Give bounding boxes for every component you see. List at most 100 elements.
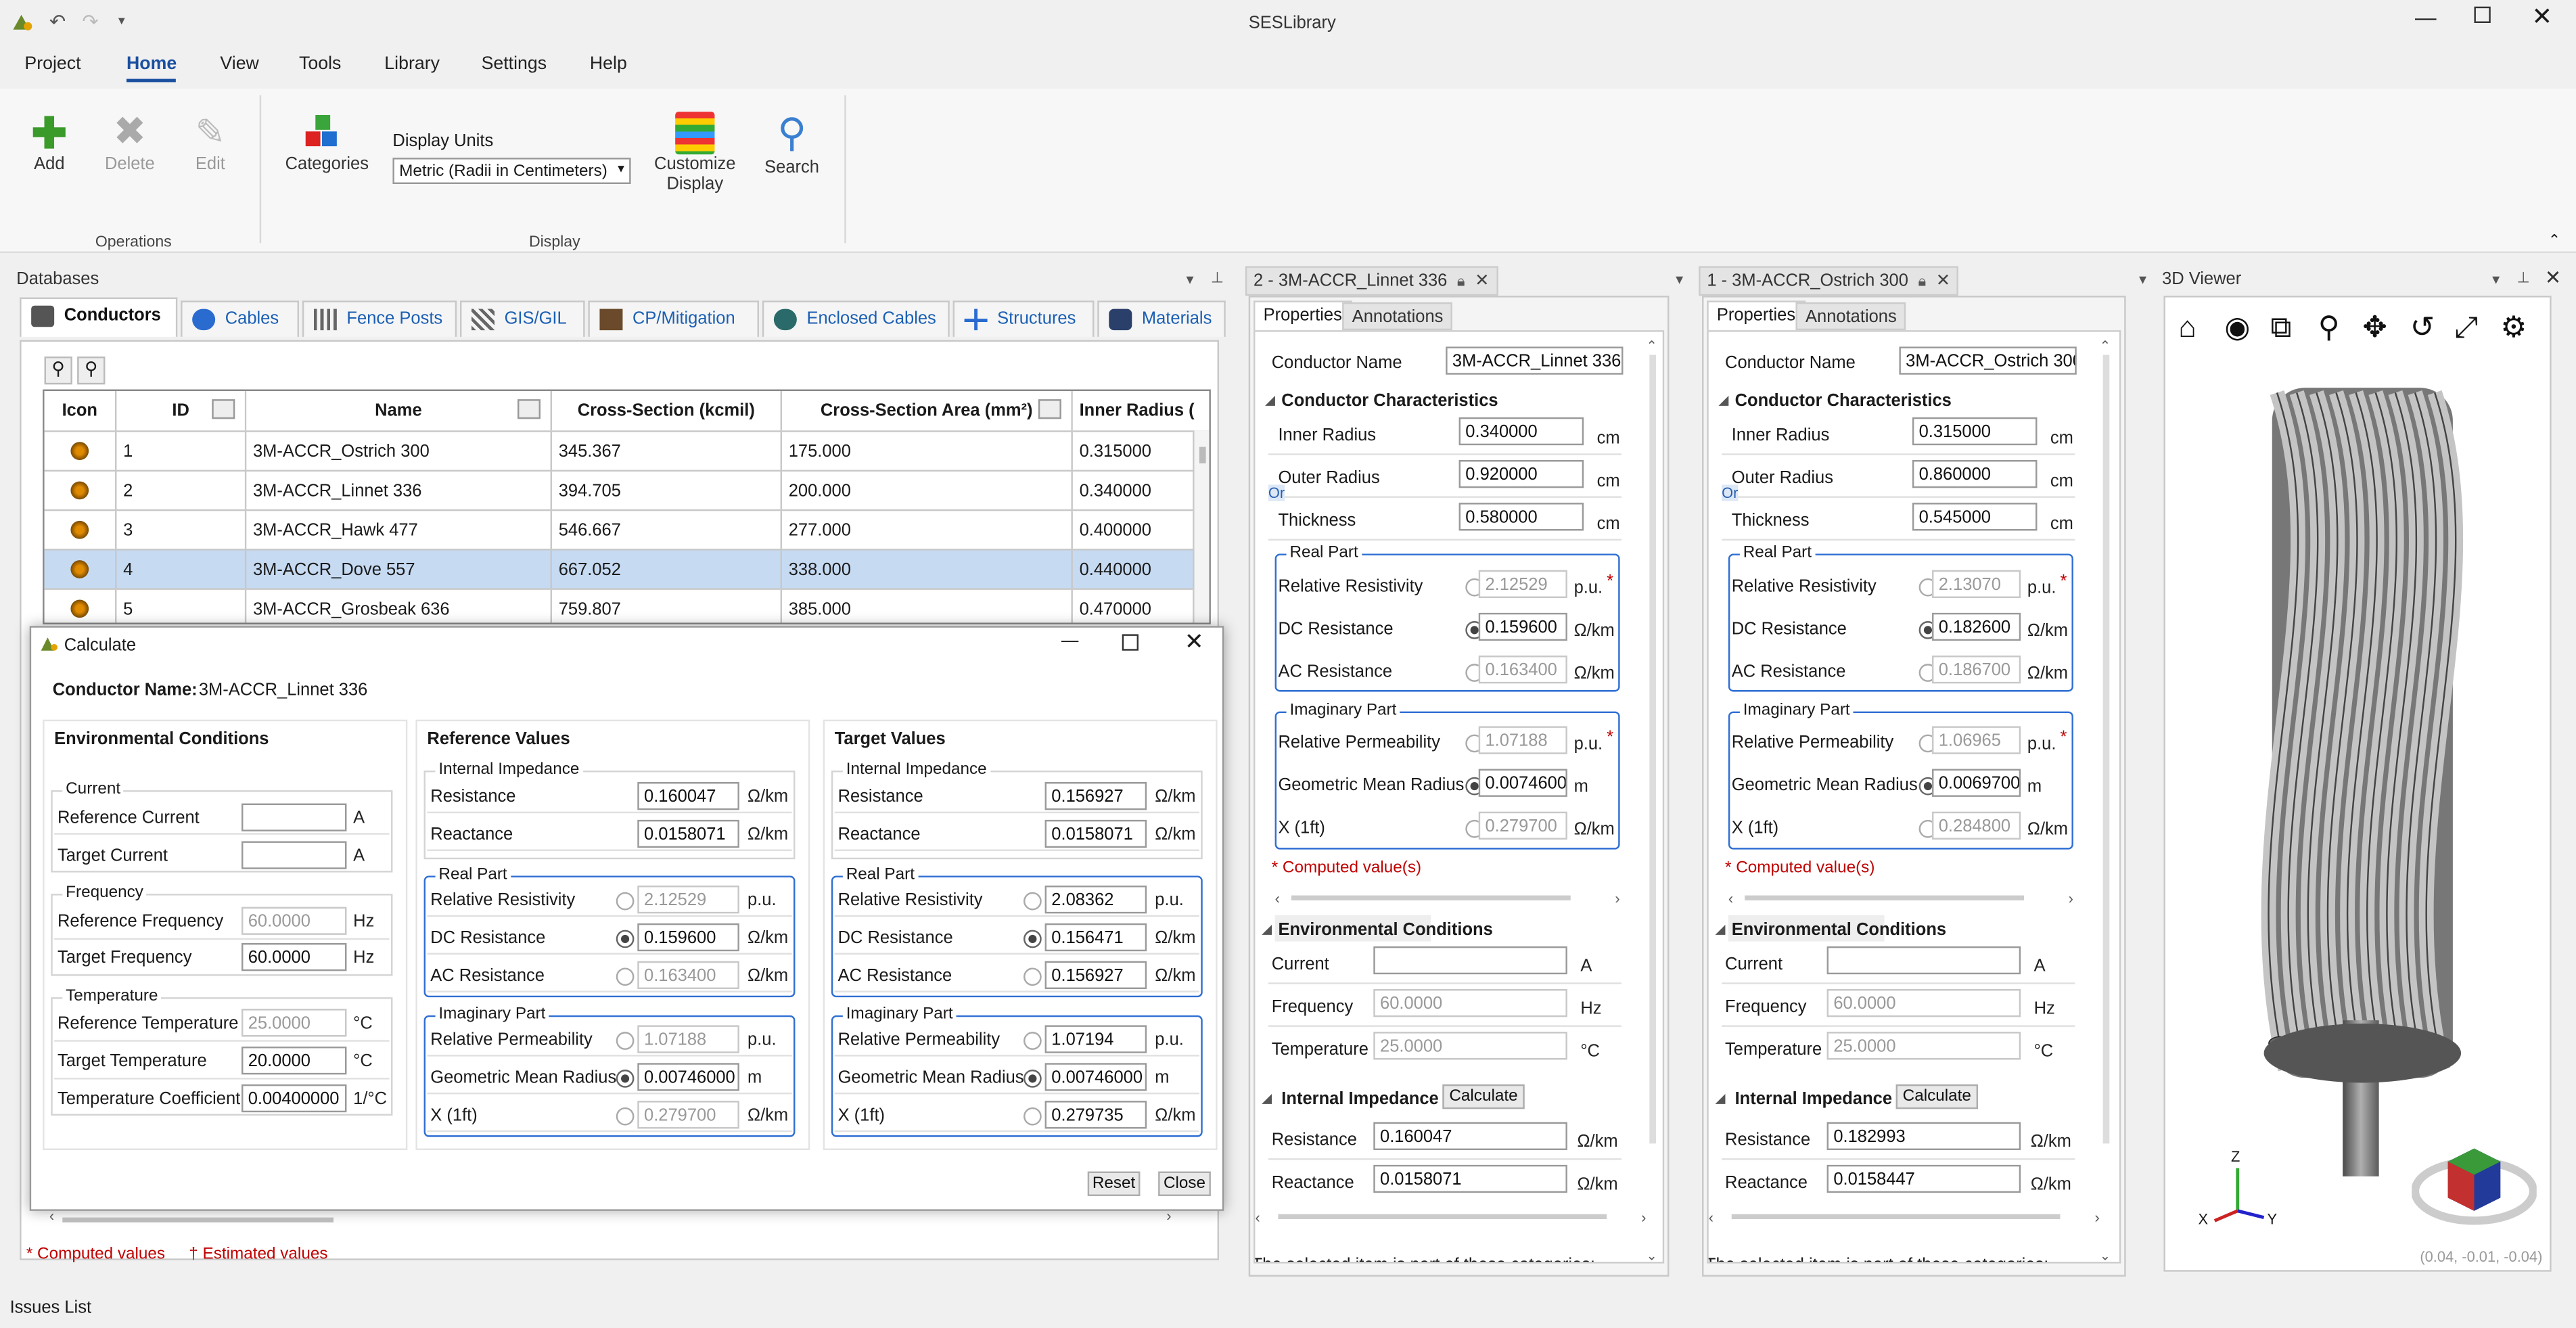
zoom-window-icon[interactable]: ⧉ [2270,311,2291,345]
table-row[interactable]: 5 3M-ACCR_Grosbeak 636 759.807 385.000 0.470… [44,588,1210,623]
filter-icon[interactable] [1038,399,1061,419]
vscroll[interactable] [2102,354,2110,1144]
delete-button[interactable]: ✖ Delete [102,111,158,175]
tab-materials[interactable]: Materials [1097,300,1226,337]
add-button[interactable]: ✚ Add [23,112,76,174]
dialog-minimize-icon[interactable]: — [1061,631,1079,651]
col-cross-section[interactable]: Cross-Section (kcmil) [552,391,783,431]
tab-close-icon[interactable]: ✕ [1936,271,1950,291]
hscroll[interactable]: ‹ › [1728,890,2073,907]
calculate-button[interactable]: Calculate [1442,1084,1525,1109]
document-tab[interactable]: 1 - 3M-ACCR_Ostrich 300 🔒︎ ✕ [1699,266,1959,296]
conductor-name-input[interactable]: 3M-ACCR_Ostrich 300 [1899,346,2077,375]
dialog-hscroll[interactable]: ‹ › [39,1208,1222,1227]
menu-tools[interactable]: Tools [299,54,341,74]
document-tab[interactable]: 2 - 3M-ACCR_Linnet 336 🔒︎ ✕ [1245,266,1498,296]
hscroll[interactable]: ‹ › [1275,890,1620,907]
conductor-3d-model[interactable] [2231,363,2494,1201]
menu-settings[interactable]: Settings [482,54,547,74]
panel-menu-icon[interactable]: ▾ [2492,271,2500,290]
outer-input[interactable]: 0.920000 [1458,460,1584,488]
dialog-maximize-icon[interactable] [1122,634,1139,651]
tab-fence-posts[interactable]: Fence Posts [302,300,457,337]
col-inner-radius[interactable]: Inner Radius ( [1072,391,1195,431]
home-icon[interactable]: ⌂ [2178,311,2196,345]
conductor-name-input[interactable]: 3M-ACCR_Linnet 336 [1446,346,1624,375]
view-cube[interactable] [2410,1135,2537,1231]
table-row[interactable]: 3 3M-ACCR_Hawk 477 546.667 277.000 0.400000 [44,509,1210,549]
current-input[interactable] [1826,946,2021,975]
tgt-gmr-radio[interactable] [1024,1070,1042,1088]
tab-list-chevron-icon[interactable]: ▾ [2139,271,2146,290]
resistance-input[interactable]: 0.182993 [1826,1122,2021,1151]
zoom-in-button[interactable]: ⚲ [44,357,72,385]
tgt-current-input[interactable] [242,841,347,869]
orbit-icon[interactable]: ◉ [2224,311,2250,345]
tgt-frequency-input[interactable]: 60.0000 [242,943,347,971]
tab-gis-gil[interactable]: GIS/GIL [460,300,585,337]
lock-icon[interactable]: 🔒︎ [1457,273,1465,289]
menu-library[interactable]: Library [384,54,440,74]
input[interactable]: 0.159600 [1478,612,1567,641]
expand-chevron-icon[interactable]: ⌄ [2100,1249,2111,1262]
reactance-input[interactable]: 0.0158071 [1373,1164,1567,1193]
customize-display-button[interactable]: Customize Display [652,112,737,194]
zoom-out-button[interactable]: ⚲ [77,357,106,385]
quick-access-chevron-icon[interactable]: ▾ [118,13,125,28]
ref-rel_perm-radio[interactable] [616,1032,635,1050]
ref-dc_res-radio[interactable] [616,930,635,948]
tab-annotations[interactable]: Annotations [1795,302,1907,331]
col-id[interactable]: ID [116,391,247,431]
input[interactable]: 0.00746000 [1478,769,1567,797]
close-button[interactable]: Close [1158,1171,1211,1197]
ref-ac_res-radio[interactable] [616,967,635,986]
col-name[interactable]: Name [246,391,553,431]
reactance-input[interactable]: 0.0158447 [1826,1164,2021,1193]
reset-button[interactable]: Reset [1087,1171,1141,1197]
tab-enclosed-cables[interactable]: Enclosed Cables [762,300,950,337]
tgt-x1ft-radio[interactable] [1024,1107,1042,1126]
tab-list-chevron-icon[interactable]: ▾ [1676,271,1683,290]
tab-cables[interactable]: Cables [181,300,300,337]
collapse-triangle-icon[interactable]: ◢ [1715,921,1725,936]
menu-project[interactable]: Project [24,54,80,74]
tgt-resistance-input[interactable]: 0.156927 [1044,782,1147,810]
inner-input[interactable]: 0.315000 [1912,417,2038,446]
expand-chevron-icon[interactable]: ⌄ [1646,1249,1657,1262]
tgt-rel_perm-input[interactable]: 1.07194 [1044,1025,1147,1053]
table-row[interactable]: 4 3M-ACCR_Dove 557 667.052 338.000 0.440000 [44,549,1210,589]
ref-x1ft-radio[interactable] [616,1107,635,1126]
menu-help[interactable]: Help [590,54,627,74]
tgt-x1ft-input[interactable]: 0.279735 [1044,1101,1147,1129]
settings-gear-icon[interactable]: ⚙ [2500,311,2527,345]
hscroll[interactable]: ‹ › [1255,1209,1649,1225]
ref-gmr-input[interactable]: 0.00746000 [637,1063,739,1091]
edit-button[interactable]: ✎ Edit [184,112,237,174]
ref-rel_res-radio[interactable] [616,892,635,911]
collapse-triangle-icon[interactable]: ◢ [1265,392,1275,407]
rotate-icon[interactable]: ↺ [2410,311,2435,345]
scroll-up-icon[interactable]: ⌃ [1646,338,1657,353]
lock-icon[interactable]: 🔒︎ [1918,273,1927,289]
minimize-icon[interactable]: — [2415,5,2437,29]
ref-current-input[interactable] [242,803,347,831]
tab-properties[interactable]: Properties [1254,300,1352,331]
tgt-rel_res-radio[interactable] [1024,892,1042,911]
ref-resistance-input[interactable]: 0.160047 [637,782,739,810]
undo-icon[interactable]: ↶ [49,10,66,33]
table-row[interactable]: 1 3M-ACCR_Ostrich 300 345.367 175.000 0.3150… [44,430,1210,470]
ref-gmr-radio[interactable] [616,1070,635,1088]
menu-view[interactable]: View [220,54,258,74]
collapse-triangle-icon[interactable]: ◢ [1715,1091,1725,1106]
tgt-ac_res-input[interactable]: 0.156927 [1044,961,1147,990]
input[interactable]: 0.182600 [1932,612,2021,641]
categories-button[interactable]: Categories [283,115,371,174]
tab-cp-mitigation[interactable]: CP/Mitigation [588,300,760,337]
search-button[interactable]: ⚲ Search [762,112,821,177]
thick-input[interactable]: 0.580000 [1458,503,1584,531]
collapse-triangle-icon[interactable]: ◢ [1262,1091,1272,1106]
col-cross-section-area[interactable]: Cross-Section Area (mm²) [782,391,1073,431]
ref-dc_res-input[interactable]: 0.159600 [637,923,739,952]
tab-structures[interactable]: Structures [952,300,1095,337]
inner-input[interactable]: 0.340000 [1458,417,1584,446]
